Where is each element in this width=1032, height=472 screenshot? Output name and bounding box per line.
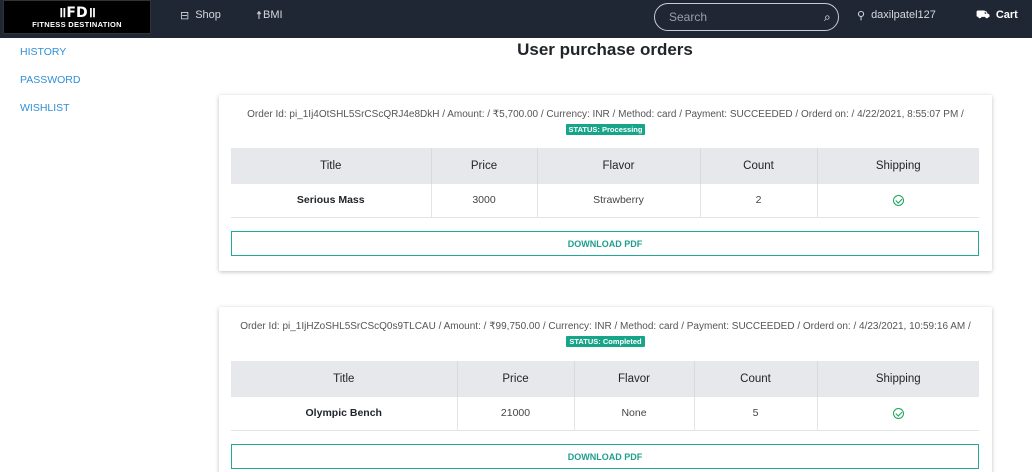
item-shipping (817, 397, 979, 431)
nav-user-link[interactable]: ⚲ daxilpatel127 (857, 0, 936, 30)
navbar: ॥FD॥ FITNESS DESTINATION ⊟ Shop ☨ BMI ⌕ … (0, 0, 1032, 38)
order-details: Order Id: pi_1IjHZoSHL5SrCScQ0s9TLCAU / … (240, 321, 971, 332)
nav-user-label: daxilpatel127 (871, 9, 936, 21)
order-card: Order Id: pi_1Ij4OtSHL5SrCScQRJ4e8DkH / … (219, 95, 992, 271)
status-badge: STATUS: Processing (565, 124, 646, 135)
person-icon: ☨ (256, 8, 262, 22)
column-flavor: Flavor (537, 148, 701, 184)
item-flavor: Strawberry (537, 184, 701, 218)
column-title: Title (231, 148, 432, 184)
column-price: Price (431, 148, 538, 184)
order-info: Order Id: pi_1IjHZoSHL5SrCScQ0s9TLCAU / … (227, 319, 984, 351)
item-count: 5 (694, 397, 818, 431)
table-row: Olympic Bench 21000 None 5 (231, 397, 979, 431)
logo-mark: ॥FD॥ (58, 4, 96, 21)
download-pdf-button[interactable]: DOWNLOAD PDF (231, 444, 979, 469)
download-pdf-button[interactable]: DOWNLOAD PDF (231, 231, 979, 256)
sidebar-item-password[interactable]: PASSWORD (20, 74, 80, 102)
order-card: Order Id: pi_1IjHZoSHL5SrCScQ0s9TLCAU / … (219, 307, 992, 472)
column-shipping: Shipping (817, 148, 979, 184)
logo-subtitle: FITNESS DESTINATION (32, 19, 122, 29)
user-icon: ⚲ (857, 8, 866, 22)
cart-icon: ⛟ (976, 7, 990, 21)
column-count: Count (694, 361, 818, 397)
order-info: Order Id: pi_1Ij4OtSHL5SrCScQRJ4e8DkH / … (227, 107, 984, 139)
item-flavor: None (574, 397, 695, 431)
column-shipping: Shipping (817, 361, 979, 397)
store-icon: ⊟ (180, 8, 190, 22)
order-items-table: Title Price Flavor Count Shipping Olympi… (231, 361, 979, 431)
nav-cart-link[interactable]: ⛟ Cart (976, 0, 1018, 30)
column-title: Title (231, 361, 458, 397)
nav-bmi-link[interactable]: ☨ BMI (256, 0, 283, 30)
check-circle-icon (892, 194, 904, 206)
order-items-table: Title Price Flavor Count Shipping Seriou… (231, 148, 979, 218)
sidebar-item-wishlist[interactable]: WISHLIST (20, 102, 80, 130)
nav-shop-label: Shop (195, 9, 221, 21)
column-flavor: Flavor (574, 361, 695, 397)
item-count: 2 (700, 184, 818, 218)
search-icon[interactable]: ⌕ (824, 10, 831, 25)
search-box: ⌕ (654, 3, 839, 31)
table-header-row: Title Price Flavor Count Shipping (231, 361, 979, 397)
table-header-row: Title Price Flavor Count Shipping (231, 148, 979, 184)
item-shipping (817, 184, 979, 218)
column-count: Count (700, 148, 818, 184)
nav-bmi-label: BMI (263, 9, 283, 21)
order-details: Order Id: pi_1Ij4OtSHL5SrCScQRJ4e8DkH / … (247, 109, 964, 120)
column-price: Price (457, 361, 575, 397)
item-price: 21000 (457, 397, 575, 431)
nav-cart-label: Cart (995, 9, 1018, 21)
search-input[interactable] (669, 10, 824, 24)
brand-logo[interactable]: ॥FD॥ FITNESS DESTINATION (3, 0, 151, 34)
status-badge: STATUS: Completed (566, 336, 645, 347)
nav-shop-link[interactable]: ⊟ Shop (180, 0, 221, 30)
item-title: Serious Mass (231, 184, 432, 218)
table-row: Serious Mass 3000 Strawberry 2 (231, 184, 979, 218)
page-title: User purchase orders (517, 40, 693, 59)
item-title: Olympic Bench (231, 397, 458, 431)
item-price: 3000 (431, 184, 538, 218)
check-circle-icon (892, 407, 904, 419)
